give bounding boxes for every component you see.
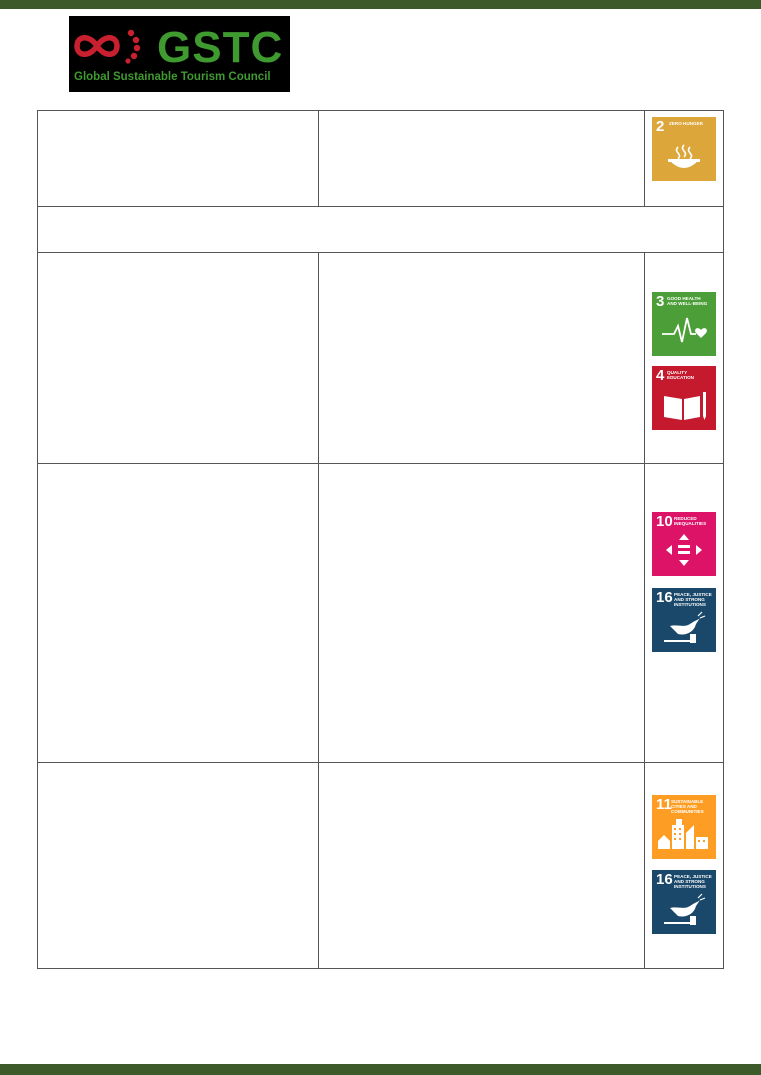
sdg-11-tile: 11 SUSTAINABLE CITIES AND COMMUNITIES xyxy=(652,795,716,859)
bottom-color-band xyxy=(0,1064,761,1075)
sdg-number: 10 xyxy=(656,513,673,530)
sdg-label: SUSTAINABLE CITIES AND COMMUNITIES xyxy=(671,799,704,815)
sdg-label: ZERO HUNGER xyxy=(669,121,703,126)
sdg-10-tile: 10 REDUCED INEQUALITIES xyxy=(652,512,716,576)
sdg-number: 3 xyxy=(656,293,665,310)
top-color-band xyxy=(0,0,761,9)
sdg-number: 16 xyxy=(656,871,673,888)
column-divider xyxy=(318,111,319,206)
sdg-label: REDUCED INEQUALITIES xyxy=(674,516,707,527)
row-divider xyxy=(38,762,723,763)
sdg-label: QUALITY EDUCATION xyxy=(667,370,694,381)
row-divider xyxy=(38,463,723,464)
column-divider xyxy=(318,252,319,968)
sdg-number: 2 xyxy=(656,118,665,135)
sdg-4-tile: 4 QUALITY EDUCATION xyxy=(652,366,716,430)
column-divider xyxy=(644,111,645,206)
sdg-16-tile: 16 PEACE, JUSTICE AND STRONG INSTITUTION… xyxy=(652,870,716,934)
sdg-3-tile: 3 GOOD HEALTH AND WELL-BEING xyxy=(652,292,716,356)
sdg-label: PEACE, JUSTICE AND STRONG INSTITUTIONS xyxy=(674,874,712,890)
logo-tagline: Global Sustainable Tourism Council xyxy=(74,71,271,83)
logo-wordmark: GSTC xyxy=(157,23,284,72)
table-cell-empty xyxy=(38,207,723,252)
sdg-label: PEACE, JUSTICE AND STRONG INSTITUTIONS xyxy=(674,592,712,608)
sdg-label: GOOD HEALTH AND WELL-BEING xyxy=(667,296,708,307)
row-divider xyxy=(38,252,723,253)
sdg-2-tile: 2 ZERO HUNGER xyxy=(652,117,716,181)
gstc-logo: GSTC Global Sustainable Tourism Council xyxy=(69,16,290,92)
sdg-number: 16 xyxy=(656,589,673,606)
column-divider xyxy=(644,252,645,968)
sdg-number: 4 xyxy=(656,367,665,384)
sdg-16-tile: 16 PEACE, JUSTICE AND STRONG INSTITUTION… xyxy=(652,588,716,652)
sdg-number: 11 xyxy=(656,796,672,813)
criteria-table xyxy=(37,110,724,969)
